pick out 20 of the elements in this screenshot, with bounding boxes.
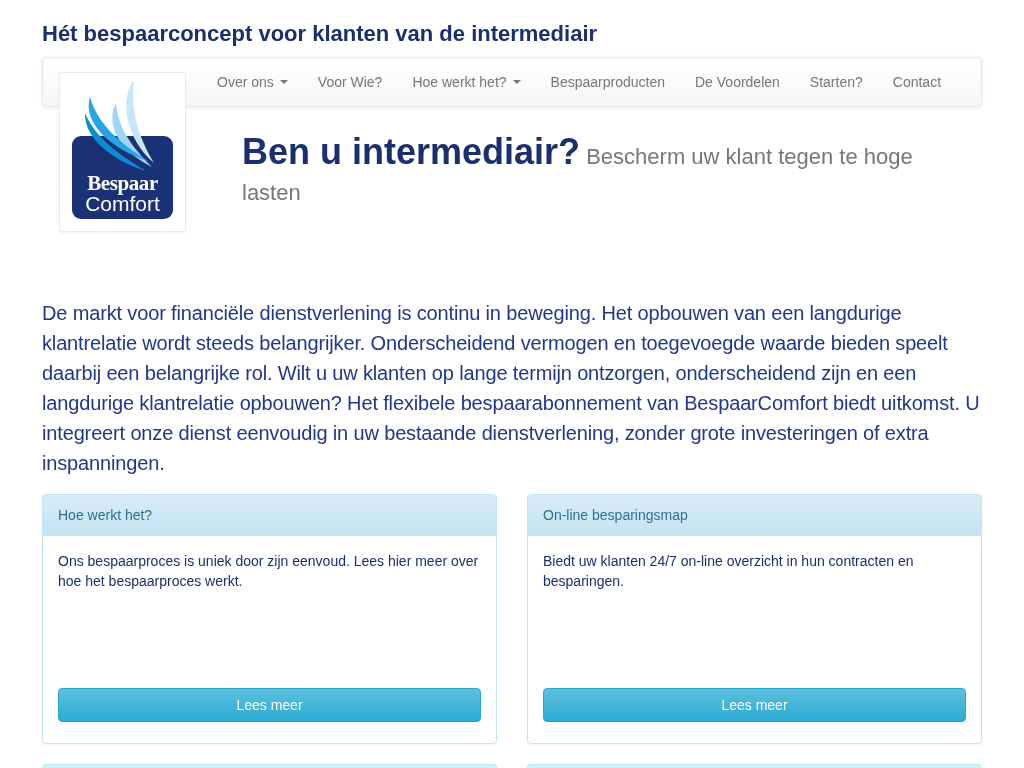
logo-wordmark: Bespaar (87, 173, 158, 193)
logo-wordmark: Comfort (85, 193, 160, 215)
intro-paragraph: De markt voor financiële dienstverlening is continu in beweging. Het opbouwen van een langdurige klantrelatie wordt steeds belangrijker. Onderscheidend vermogen en toegevoegde waarde bieden speelt daarbij een belangrijke rol. Wilt u uw klanten op lange termijn ontzorgen, onderscheidend zijn en een langdurige klantrelatie opbouwen? Het flexibele bespaarabonnement van BespaarComfort biedt uitkomst. U integreert onze dienst eenvoudig in uw bestaande dienstverlening, zonder grote investeringen of extra inspanningen. (42, 301, 981, 476)
nav-link[interactable]: Bespaarproducten (535, 58, 680, 106)
read-more-button[interactable]: Lees meer (543, 688, 966, 722)
caret-icon (512, 80, 521, 84)
site-title: Hét bespaarconcept voor klanten van de intermediair (42, 21, 598, 47)
nav-link[interactable]: Over ons (202, 58, 303, 106)
panel-title: On-line besparingsmap (543, 505, 688, 525)
nav-link[interactable]: Starten? (794, 58, 878, 106)
hero-heading: Ben u intermediair? Bescherm uw klant tegen te hoge lasten (242, 135, 914, 207)
nav-link[interactable]: Hoe werkt het? (397, 58, 536, 106)
panel-text: Ons bespaarproces is uniek door zijn eenvoud. Lees hier meer over hoe het bespaarproces werkt. (58, 552, 480, 591)
nav-link[interactable]: Voor Wie? (302, 58, 398, 106)
nav-link[interactable]: Contact (877, 58, 957, 106)
panel-title: Hoe werkt het? (58, 505, 153, 525)
panel-text: Biedt uw klanten 24/7 on-line overzicht in hun contracten en besparingen. (543, 552, 915, 591)
caret-icon (279, 80, 288, 84)
read-more-button[interactable]: Lees meer (58, 688, 481, 722)
nav-link[interactable]: De Voordelen (680, 58, 795, 106)
